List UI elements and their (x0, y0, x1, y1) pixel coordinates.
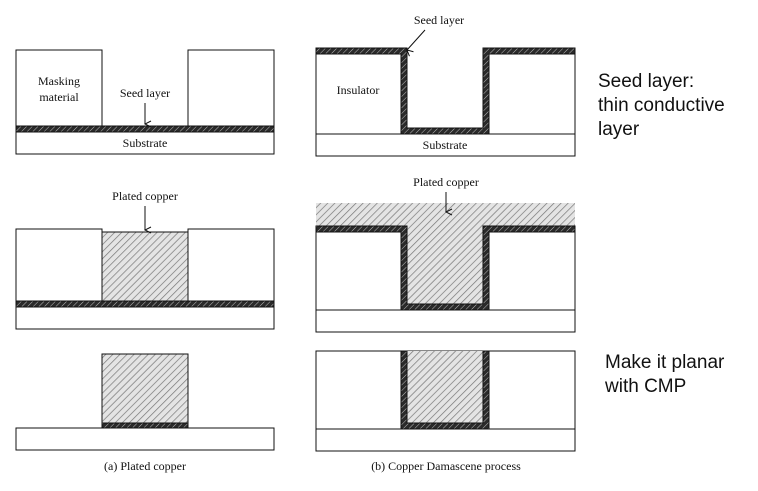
seed-arrow-b1 (407, 29, 426, 50)
panel-b2: Plated copper (315, 175, 576, 333)
masking-right-a2 (187, 228, 275, 302)
panel-a3 (15, 353, 275, 451)
plated-copper-label-b: Plated copper (413, 175, 479, 189)
seed-label-b1: Seed layer (414, 13, 464, 27)
panel-a2: Plated copper (15, 189, 275, 330)
masking-label-line2: material (39, 90, 79, 104)
seed-label-a1: Seed layer (120, 86, 170, 100)
plated-copper-a3 (101, 353, 189, 424)
plated-copper-a2 (101, 231, 189, 302)
panel-b3 (315, 350, 576, 452)
substrate-a3 (15, 427, 275, 451)
substrate-a2 (15, 306, 275, 330)
masking-left-a1 (15, 49, 103, 127)
substrate-label-b1: Substrate (423, 138, 468, 152)
substrate-label-a1: Substrate (123, 136, 168, 150)
panel-b1: Insulator Seed layer Substrate (315, 13, 576, 157)
plated-copper-b3 (407, 351, 483, 423)
masking-label-line1: Masking (38, 74, 80, 88)
panel-a1: Masking material Seed layer Substrate (15, 49, 275, 155)
caption-a: (a) Plated copper (104, 459, 186, 473)
masking-left-a2 (15, 228, 103, 302)
seed-layer-a1 (15, 125, 275, 133)
substrate-b2 (315, 309, 576, 333)
caption-b: (b) Copper Damascene process (371, 459, 521, 473)
seed-layer-a2 (15, 300, 275, 308)
cmp-note: Make it planar with CMP (605, 352, 725, 397)
insulator-label: Insulator (337, 83, 380, 97)
plated-copper-label-a: Plated copper (112, 189, 178, 203)
seed-layer-a3 (101, 422, 189, 429)
masking-right-a1 (187, 49, 275, 127)
substrate-b3 (315, 428, 576, 452)
seed-layer-note: Seed layer: thin conductive layer (598, 71, 725, 140)
